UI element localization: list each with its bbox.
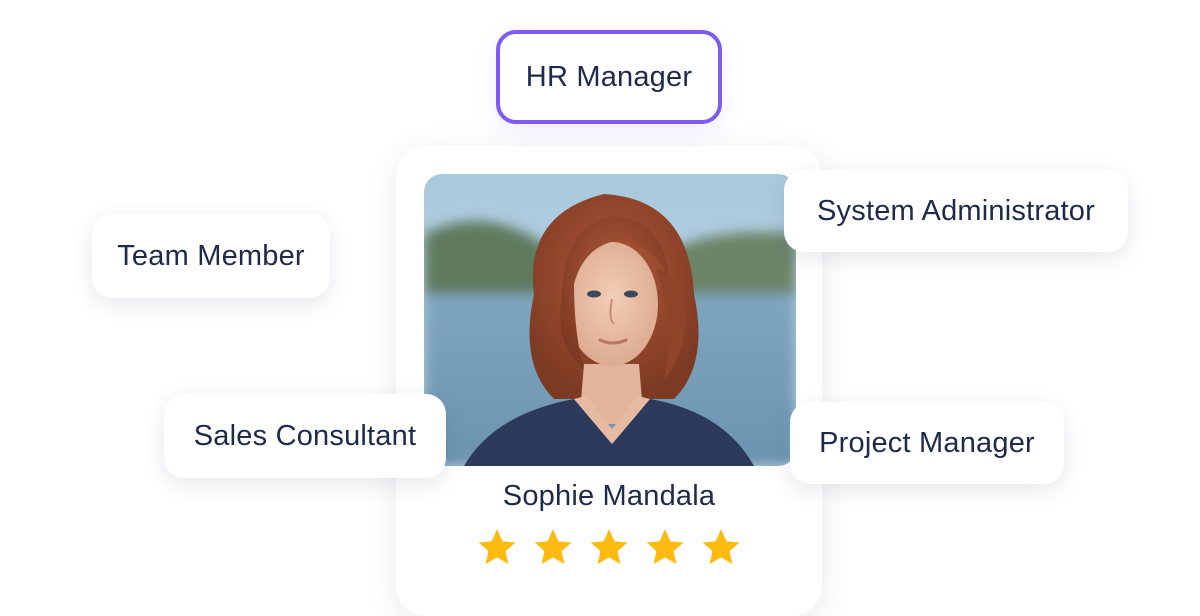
- role-tag-hr-manager[interactable]: HR Manager: [496, 30, 722, 124]
- role-tag-system-administrator[interactable]: System Administrator: [784, 170, 1128, 252]
- profile-photo: [424, 174, 796, 466]
- star-icon: [702, 529, 740, 565]
- star-icon: [534, 529, 572, 565]
- person-name: Sophie Mandala: [502, 480, 716, 512]
- role-tag-team-member[interactable]: Team Member: [92, 214, 330, 298]
- star-icon: [646, 529, 684, 565]
- profile-card: Sophie Mandala: [396, 146, 822, 616]
- rating-stars: [396, 526, 822, 568]
- star-icon: [478, 529, 516, 565]
- role-tag-project-manager[interactable]: Project Manager: [790, 402, 1064, 484]
- role-selector-illustration: Sophie Mandala HR Manager Team Member Sy…: [0, 0, 1200, 616]
- role-tag-sales-consultant[interactable]: Sales Consultant: [164, 394, 446, 478]
- star-icon: [590, 529, 628, 565]
